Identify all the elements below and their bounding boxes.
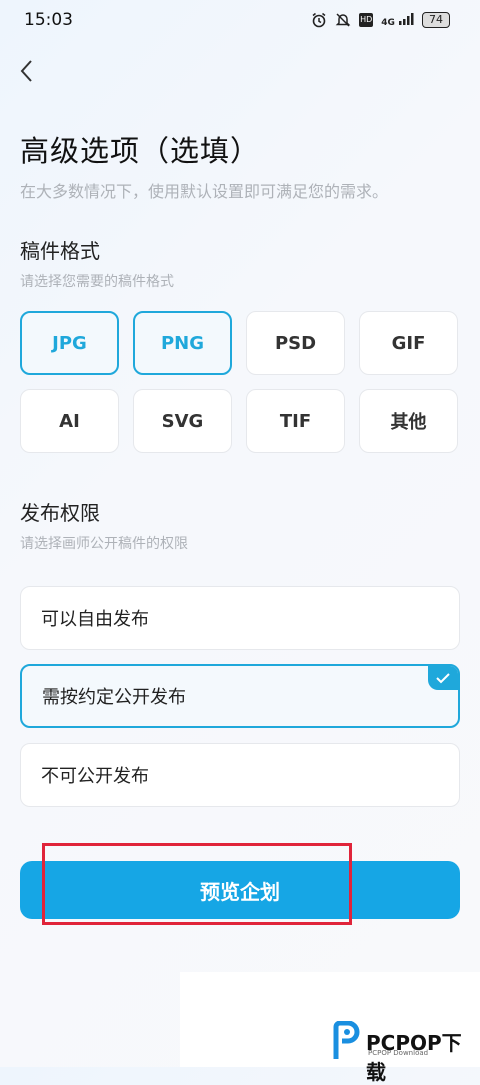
permission-option-free[interactable]: 可以自由发布 bbox=[20, 586, 460, 650]
highlight-annotation-box bbox=[42, 843, 352, 925]
signal-icon: 4G bbox=[381, 12, 414, 28]
page-title: 高级选项（选填） bbox=[20, 134, 261, 168]
format-section-hint: 请选择您需要的稿件格式 bbox=[20, 274, 174, 290]
permission-option-label: 不可公开发布 bbox=[41, 766, 149, 787]
format-section-title: 稿件格式 bbox=[20, 239, 100, 263]
permission-section-title: 发布权限 bbox=[20, 501, 100, 525]
network-label: 4G bbox=[381, 17, 395, 28]
format-option-jpg[interactable]: JPG bbox=[20, 311, 119, 375]
watermark-subtext: PCPOP Download bbox=[368, 1049, 429, 1057]
page-subtitle: 在大多数情况下，使用默认设置即可满足您的需求。 bbox=[20, 182, 389, 201]
hd-badge: HD bbox=[359, 13, 374, 27]
permission-option-label: 需按约定公开发布 bbox=[42, 687, 186, 708]
format-option-svg[interactable]: SVG bbox=[133, 389, 232, 453]
format-option-ai[interactable]: AI bbox=[20, 389, 119, 453]
format-option-psd[interactable]: PSD bbox=[246, 311, 345, 375]
permission-section-hint: 请选择画师公开稿件的权限 bbox=[20, 536, 188, 552]
format-option-other[interactable]: 其他 bbox=[359, 389, 458, 453]
format-option-png[interactable]: PNG bbox=[133, 311, 232, 375]
format-option-gif[interactable]: GIF bbox=[359, 311, 458, 375]
alarm-icon bbox=[311, 12, 327, 28]
format-option-tif[interactable]: TIF bbox=[246, 389, 345, 453]
chevron-left-icon bbox=[20, 60, 32, 82]
status-icons: HD 4G 74 bbox=[311, 12, 450, 28]
check-icon bbox=[428, 666, 458, 690]
format-grid: JPG PNG PSD GIF AI SVG TIF 其他 bbox=[20, 311, 460, 453]
status-time: 15:03 bbox=[24, 10, 73, 30]
pcpop-logo-icon bbox=[332, 1020, 360, 1061]
back-button[interactable] bbox=[14, 58, 40, 84]
permission-option-private[interactable]: 不可公开发布 bbox=[20, 743, 460, 807]
mute-bell-icon bbox=[335, 12, 351, 28]
battery-indicator: 74 bbox=[422, 12, 450, 28]
permission-option-agreed[interactable]: 需按约定公开发布 bbox=[20, 664, 460, 728]
permission-option-label: 可以自由发布 bbox=[41, 609, 149, 630]
